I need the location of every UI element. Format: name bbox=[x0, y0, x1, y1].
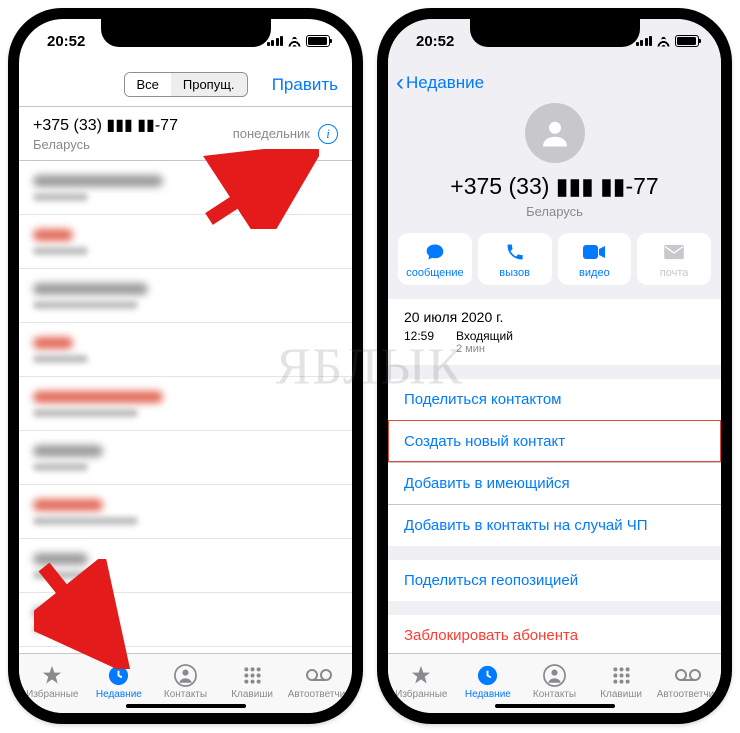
mail-icon bbox=[663, 241, 685, 263]
clock-icon bbox=[476, 663, 499, 687]
annotation-arrow bbox=[199, 149, 319, 229]
tab-label: Избранные bbox=[26, 689, 78, 700]
tab-recents[interactable]: Недавние bbox=[458, 663, 518, 700]
tab-label: Недавние bbox=[465, 689, 511, 700]
mail-button: почта bbox=[637, 233, 711, 285]
log-time: 12:59 bbox=[404, 329, 444, 355]
message-icon bbox=[424, 241, 446, 263]
tab-label: Избранные bbox=[395, 689, 447, 700]
phone-icon bbox=[505, 241, 525, 263]
avatar bbox=[525, 103, 585, 163]
person-icon bbox=[174, 663, 197, 687]
tab-favorites[interactable]: Избранные bbox=[391, 663, 451, 700]
voicemail-icon bbox=[305, 663, 333, 687]
nav-bar: Все Пропущ. Править bbox=[19, 63, 352, 107]
scroll-content[interactable]: +375 (33) ▮▮▮ ▮▮-77 Беларусь сообщение в… bbox=[388, 103, 721, 653]
tab-keypad[interactable]: Клавиши bbox=[591, 663, 651, 700]
call-day: понедельник bbox=[233, 126, 310, 141]
contact-number: +375 (33) ▮▮▮ ▮▮-77 bbox=[450, 173, 658, 200]
share-location-button[interactable]: Поделиться геопозицией bbox=[388, 560, 721, 601]
voicemail-icon bbox=[674, 663, 702, 687]
home-indicator[interactable] bbox=[495, 704, 615, 708]
annotation-arrow bbox=[34, 559, 134, 669]
log-type: Входящий bbox=[456, 329, 513, 343]
star-icon bbox=[409, 663, 433, 687]
chevron-left-icon: ‹ bbox=[396, 71, 404, 95]
person-icon bbox=[543, 663, 566, 687]
action-label: вызов bbox=[499, 267, 530, 279]
action-label: видео bbox=[579, 267, 610, 279]
notch bbox=[470, 19, 640, 47]
video-icon bbox=[582, 241, 606, 263]
create-contact-button[interactable]: Создать новый контакт bbox=[388, 420, 721, 462]
share-contact-button[interactable]: Поделиться контактом bbox=[388, 379, 721, 420]
back-label: Недавние bbox=[406, 73, 484, 93]
status-time: 20:52 bbox=[47, 33, 85, 50]
info-icon[interactable]: i bbox=[318, 124, 338, 144]
block-card: Заблокировать абонента bbox=[388, 615, 721, 653]
location-card: Поделиться геопозицией bbox=[388, 560, 721, 601]
action-buttons: сообщение вызов видео почта bbox=[388, 233, 721, 299]
home-indicator[interactable] bbox=[126, 704, 246, 708]
add-emergency-button[interactable]: Добавить в контакты на случай ЧП bbox=[388, 504, 721, 546]
status-indicators bbox=[636, 35, 700, 47]
log-date: 20 июля 2020 г. bbox=[388, 299, 721, 327]
status-indicators bbox=[267, 35, 331, 47]
contact-country: Беларусь bbox=[526, 204, 583, 219]
action-label: сообщение bbox=[406, 267, 464, 279]
cellular-icon bbox=[636, 36, 653, 46]
tab-label: Клавиши bbox=[231, 689, 273, 700]
screen: 20:52 Все Пропущ. Править +375 (33) ▮▮▮ … bbox=[19, 19, 352, 713]
battery-icon bbox=[306, 35, 330, 47]
tab-label: Автоответчик bbox=[657, 689, 719, 700]
status-time: 20:52 bbox=[416, 33, 454, 50]
phone-mockup-right: 20:52 ‹ Недавние +375 (33) ▮▮▮ ▮▮-77 Бел… bbox=[377, 8, 732, 724]
video-button[interactable]: видео bbox=[558, 233, 632, 285]
back-nav[interactable]: ‹ Недавние bbox=[388, 63, 721, 103]
segment-all[interactable]: Все bbox=[124, 73, 170, 96]
call-log-card: 20 июля 2020 г. 12:59 Входящий 2 мин bbox=[388, 299, 721, 365]
notch bbox=[101, 19, 271, 47]
battery-icon bbox=[675, 35, 699, 47]
edit-button[interactable]: Править bbox=[272, 75, 338, 95]
call-number: +375 (33) ▮▮▮ ▮▮-77 bbox=[33, 115, 233, 135]
keypad-icon bbox=[611, 663, 632, 687]
call-info: +375 (33) ▮▮▮ ▮▮-77 Беларусь bbox=[33, 115, 233, 152]
message-button[interactable]: сообщение bbox=[398, 233, 472, 285]
tab-voicemail[interactable]: Автоответчик bbox=[289, 663, 349, 700]
segment-missed[interactable]: Пропущ. bbox=[171, 73, 247, 96]
log-entry: 12:59 Входящий 2 мин bbox=[388, 327, 721, 365]
screen: 20:52 ‹ Недавние +375 (33) ▮▮▮ ▮▮-77 Бел… bbox=[388, 19, 721, 713]
cellular-icon bbox=[267, 36, 284, 46]
wifi-icon bbox=[287, 36, 302, 47]
tab-label: Контакты bbox=[533, 689, 576, 700]
phone-mockup-left: 20:52 Все Пропущ. Править +375 (33) ▮▮▮ … bbox=[8, 8, 363, 724]
contact-actions-card: Поделиться контактом Создать новый конта… bbox=[388, 379, 721, 546]
keypad-icon bbox=[242, 663, 263, 687]
tab-label: Автоответчик bbox=[288, 689, 350, 700]
tab-keypad[interactable]: Клавиши bbox=[222, 663, 282, 700]
tab-label: Недавние bbox=[96, 689, 142, 700]
add-existing-button[interactable]: Добавить в имеющийся bbox=[388, 462, 721, 504]
tab-label: Клавиши bbox=[600, 689, 642, 700]
tab-label: Контакты bbox=[164, 689, 207, 700]
tab-voicemail[interactable]: Автоответчик bbox=[658, 663, 718, 700]
log-duration: 2 мин bbox=[456, 343, 513, 355]
segmented-control[interactable]: Все Пропущ. bbox=[123, 72, 247, 97]
contact-header: +375 (33) ▮▮▮ ▮▮-77 Беларусь bbox=[388, 103, 721, 233]
action-label: почта bbox=[660, 267, 689, 279]
wifi-icon bbox=[656, 36, 671, 47]
tab-contacts[interactable]: Контакты bbox=[155, 663, 215, 700]
block-caller-button[interactable]: Заблокировать абонента bbox=[388, 615, 721, 653]
tab-contacts[interactable]: Контакты bbox=[524, 663, 584, 700]
call-button[interactable]: вызов bbox=[478, 233, 552, 285]
